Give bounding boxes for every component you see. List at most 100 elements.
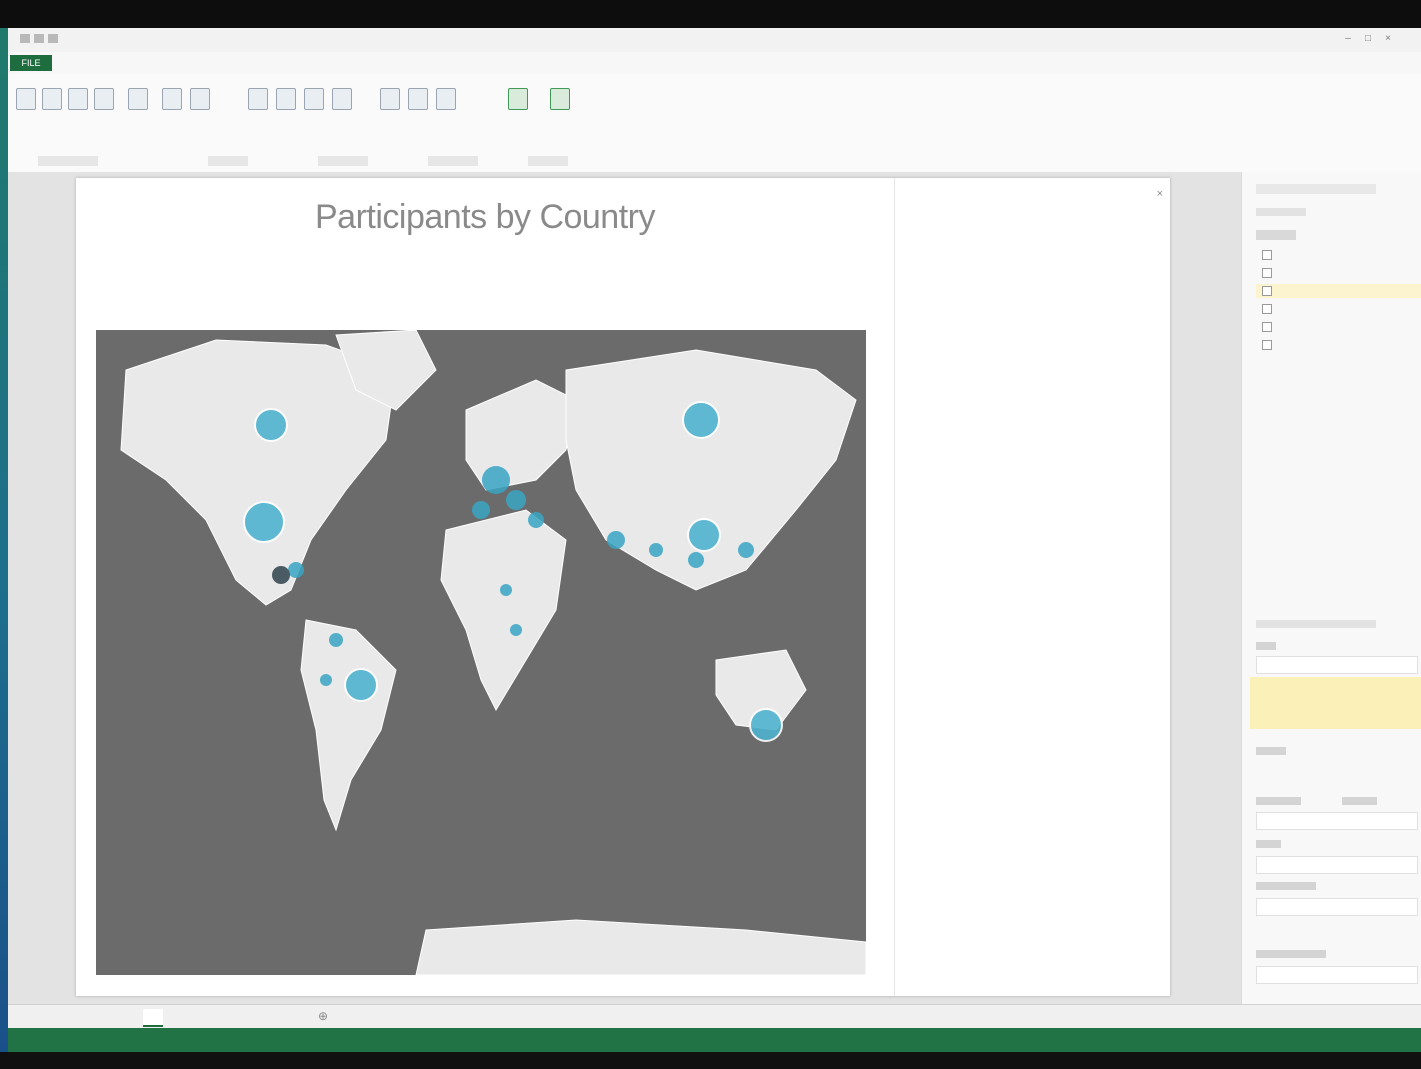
- group-label-clipboard: [38, 156, 98, 166]
- report-view: Participants by Country ×: [76, 178, 1170, 996]
- tab-insert[interactable]: [108, 56, 148, 70]
- asia-shape: [565, 349, 857, 591]
- tab-layout[interactable]: [593, 56, 633, 70]
- drag-fields-label: [1256, 620, 1376, 628]
- dot: [329, 633, 343, 647]
- bar-chart-icon[interactable]: [128, 88, 148, 110]
- dot: [607, 531, 625, 549]
- group-label-data: [528, 156, 568, 166]
- dot: [649, 543, 663, 557]
- map-icon[interactable]: [332, 88, 352, 110]
- field-list-pane: [1241, 172, 1421, 1004]
- dot: [500, 584, 512, 596]
- locations-well-highlight[interactable]: [1250, 677, 1421, 729]
- color-label: [1256, 840, 1281, 848]
- tab-view[interactable]: [408, 56, 438, 70]
- redo-icon[interactable]: [48, 34, 58, 43]
- sheet-tab[interactable]: [218, 1009, 238, 1025]
- minimize-icon[interactable]: –: [1343, 34, 1353, 44]
- align-icon[interactable]: [436, 88, 456, 110]
- table-name[interactable]: [1256, 230, 1296, 240]
- horizontal-multiples-well[interactable]: [1256, 966, 1418, 984]
- tab-extra-2[interactable]: [708, 56, 768, 70]
- sheet-tab-active[interactable]: [143, 1009, 163, 1027]
- dot: [472, 501, 490, 519]
- vertical-multiples-label: [1256, 882, 1316, 890]
- matrix-icon[interactable]: [190, 88, 210, 110]
- ribbon-tabs: FILE: [8, 52, 1421, 74]
- dot: [738, 542, 754, 558]
- field-checkbox[interactable]: [1262, 286, 1272, 296]
- cut-icon[interactable]: [42, 88, 62, 110]
- field-list-title: [1256, 184, 1376, 194]
- tab-extra-3[interactable]: [783, 56, 813, 70]
- table-icon[interactable]: [162, 88, 182, 110]
- tab-power[interactable]: [453, 56, 503, 70]
- group-label-views: [208, 156, 248, 166]
- field-checkbox[interactable]: [1262, 340, 1272, 350]
- dot: [528, 512, 544, 528]
- south-america-shape: [300, 619, 397, 832]
- close-icon[interactable]: ×: [1383, 34, 1393, 44]
- field-checkbox[interactable]: [1262, 304, 1272, 314]
- tab-extra-1[interactable]: [648, 56, 688, 70]
- format-painter-icon[interactable]: [94, 88, 114, 110]
- dot: [320, 674, 332, 686]
- africa-shape: [440, 509, 567, 712]
- field-checkbox[interactable]: [1262, 250, 1272, 260]
- bubble-canada: [254, 408, 288, 442]
- field-checkbox[interactable]: [1262, 322, 1272, 332]
- filter-icon[interactable]: [408, 88, 428, 110]
- dot: [482, 466, 510, 494]
- field-list-tabs[interactable]: [1256, 208, 1306, 216]
- ribbon: [8, 74, 1421, 173]
- screen-top-bar: [0, 0, 1421, 28]
- world-map[interactable]: [96, 330, 866, 975]
- size-well[interactable]: [1256, 656, 1418, 674]
- app-window: – □ × FILE Participants by Country × ⊕: [8, 28, 1421, 1029]
- land-masses: [120, 330, 866, 975]
- dot: [688, 552, 704, 568]
- tab-review[interactable]: [353, 56, 393, 70]
- size-label: [1256, 642, 1276, 650]
- pie-chart-icon[interactable]: [304, 88, 324, 110]
- maximize-icon[interactable]: □: [1363, 34, 1373, 44]
- undo-icon[interactable]: [34, 34, 44, 43]
- vertical-multiples-well[interactable]: [1256, 898, 1418, 916]
- tab-home[interactable]: [64, 56, 94, 70]
- lat-long-well[interactable]: [1256, 812, 1418, 830]
- bubble-australia: [749, 708, 783, 742]
- color-well[interactable]: [1256, 856, 1418, 874]
- tab-data[interactable]: [308, 56, 338, 70]
- title-bar: – □ ×: [8, 28, 1421, 52]
- bubble-china: [687, 518, 721, 552]
- europe-shape: [465, 379, 577, 491]
- close-icon[interactable]: ×: [1157, 188, 1163, 200]
- chart-icon[interactable]: [248, 88, 268, 110]
- field-checkbox[interactable]: [1262, 268, 1272, 278]
- line-chart-icon[interactable]: [276, 88, 296, 110]
- fit-to-window-icon[interactable]: [508, 88, 528, 110]
- tab-formulas[interactable]: [233, 56, 283, 70]
- sheet-tab[interactable]: [88, 1009, 108, 1025]
- dot: [510, 624, 522, 636]
- tab-design[interactable]: [513, 56, 573, 70]
- report-canvas: Participants by Country ×: [8, 172, 1241, 1004]
- bubble-russia: [682, 401, 720, 439]
- save-icon[interactable]: [20, 34, 30, 43]
- report-title[interactable]: Participants by Country: [76, 198, 894, 237]
- field-highlight: [1256, 284, 1421, 298]
- copy-icon[interactable]: [68, 88, 88, 110]
- paste-icon[interactable]: [16, 88, 36, 110]
- tab-page-layout[interactable]: [158, 56, 218, 70]
- filters-pane: ×: [894, 178, 1171, 996]
- bubble-usa: [243, 501, 285, 543]
- bubble-brazil: [344, 668, 378, 702]
- horizontal-multiples-label: [1256, 950, 1326, 958]
- sort-icon[interactable]: [380, 88, 400, 110]
- tab-file[interactable]: FILE: [10, 55, 52, 71]
- add-sheet-icon[interactable]: ⊕: [318, 1009, 328, 1023]
- dot: [506, 490, 526, 510]
- refresh-icon[interactable]: [550, 88, 570, 110]
- map-svg: [120, 330, 866, 975]
